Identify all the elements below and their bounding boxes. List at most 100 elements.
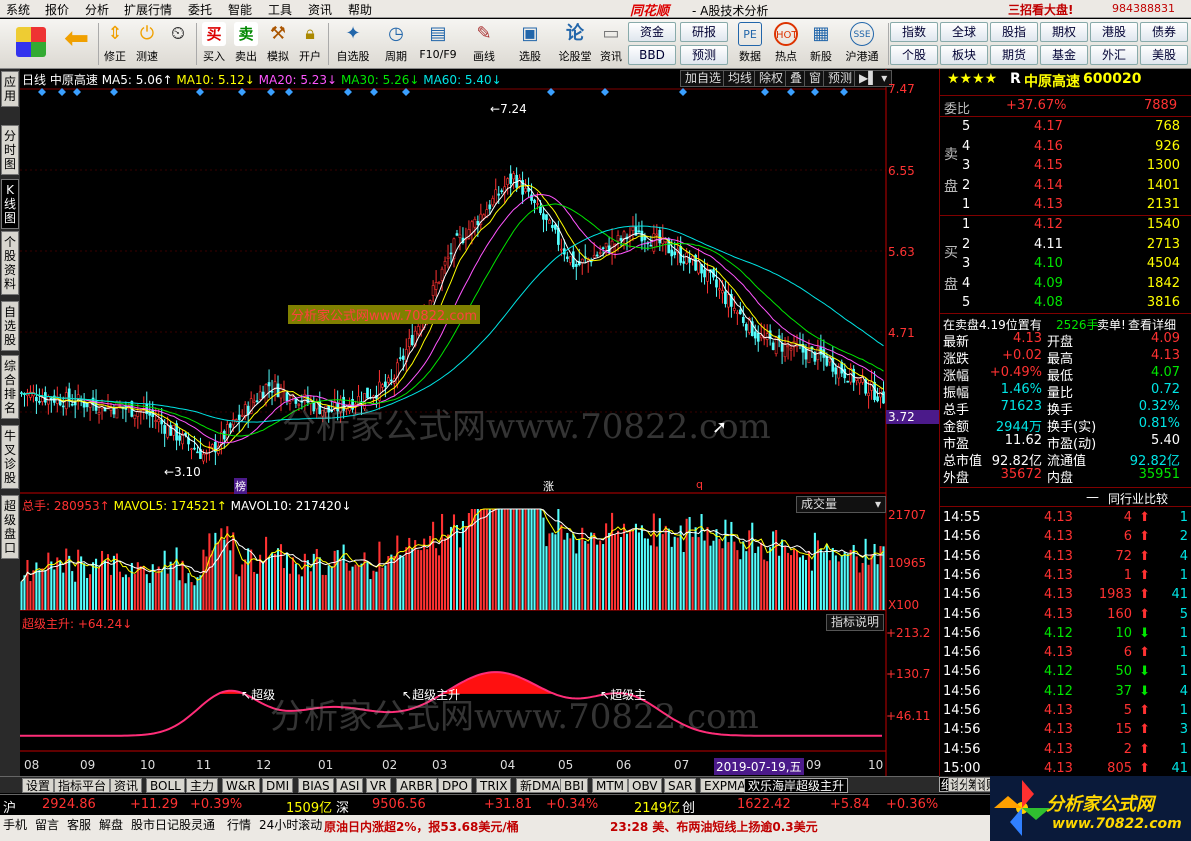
period-button[interactable]: ◷ 周期 (378, 21, 414, 67)
sell-order-row[interactable]: 5 4.17 768 (940, 118, 1191, 137)
indicator-tab-13[interactable]: 新DMA (516, 778, 564, 793)
sell-button[interactable]: 卖卖出 (231, 21, 261, 67)
sell-order-row[interactable]: 3 4.15 1300 (940, 157, 1191, 176)
status-item-4[interactable]: 股市日记 (131, 816, 179, 833)
forum-button[interactable]: 论论股堂 (555, 21, 595, 67)
quick-global[interactable]: 全球 (940, 22, 988, 42)
correct-button[interactable]: ⇕ 修正 (100, 21, 130, 67)
status-item-6[interactable]: 行情 (227, 816, 251, 833)
menu-ext-quote[interactable]: 扩展行情 (124, 1, 172, 18)
watchlist-button[interactable]: ✦ 自选股 (333, 21, 373, 67)
sz-index[interactable]: 9506.56 (372, 797, 426, 812)
buy-button[interactable]: 买买入 (199, 21, 229, 67)
tab-kline[interactable]: K线图 (1, 179, 19, 229)
speedtest-button[interactable]: ⏻ 测速 (132, 21, 162, 67)
indicator-tab-16[interactable]: OBV (628, 778, 662, 793)
quick-us[interactable]: 美股 (1140, 45, 1188, 65)
back-button[interactable]: ⬅ (58, 21, 94, 67)
buy-order-row[interactable]: 3 4.10 4504 (940, 255, 1191, 274)
indicator-tab-8[interactable]: ASI (336, 778, 364, 793)
menu-smart[interactable]: 智能 (228, 1, 252, 18)
ex-right-button[interactable]: 除权 (754, 70, 789, 87)
f10-button[interactable]: ▤ F10/F9 (418, 21, 458, 67)
indicator-tab-15[interactable]: MTM (592, 778, 629, 793)
indicator-tab-18[interactable]: EXPMA (700, 778, 750, 793)
buy-order-row[interactable]: 4 4.09 1842 (940, 275, 1191, 294)
indicator-tab-3[interactable]: BOLL (146, 778, 185, 793)
sell-order-row[interactable]: 1 4.13 2131 (940, 196, 1191, 215)
draw-line-button[interactable]: ✎ 画线 (466, 21, 502, 67)
quick-bonds[interactable]: 债券 (1140, 22, 1188, 42)
indicator-tab-1[interactable]: 指标平台 (54, 778, 111, 793)
tab-super-level[interactable]: 超级盘口 (1, 495, 19, 559)
tab-timeshare[interactable]: 分时图 (1, 125, 19, 175)
tab-ranking[interactable]: 综合排名 (1, 355, 19, 419)
ma-button[interactable]: 均线 (723, 70, 758, 87)
quick-forecast[interactable]: 预测 (680, 45, 728, 65)
menu-system[interactable]: 系统 (6, 1, 30, 18)
cy-index[interactable]: 1622.42 (737, 797, 791, 812)
indicator-tab-5[interactable]: W&R (222, 778, 260, 793)
indicator-tab-9[interactable]: VR (366, 778, 391, 793)
ad-link[interactable]: 三招看大盘! (1008, 1, 1073, 18)
tab-apps[interactable]: 应用 (1, 71, 19, 107)
indicator-tab-2[interactable]: 资讯 (110, 778, 143, 793)
tab-watchlist[interactable]: 自选股 (1, 301, 19, 351)
sh-index[interactable]: 2924.86 (42, 797, 96, 812)
sell-order-row[interactable]: 4 4.16 926 (940, 138, 1191, 157)
indicator-tab-7[interactable]: BIAS (298, 778, 334, 793)
forecast-button[interactable]: 预测 (823, 70, 858, 87)
mark-limit-up[interactable]: 涨 (543, 478, 554, 494)
news-ticker-2[interactable]: 23:28 美、布两油短线上扬逾0.3美元 (610, 818, 818, 835)
indicator-tab-17[interactable]: SAR (664, 778, 697, 793)
menu-quote[interactable]: 报价 (45, 1, 69, 18)
quick-options[interactable]: 期权 (1040, 22, 1088, 42)
mark-rank[interactable]: 榜 (234, 478, 247, 494)
indicator-tab-6[interactable]: DMI (262, 778, 294, 793)
ipo-button[interactable]: ▦ 新股 (806, 21, 836, 67)
hk-connect-button[interactable]: SSE 沪港通 (842, 21, 882, 67)
buy-order-row[interactable]: 1 4.12 1540 (940, 216, 1191, 235)
sell-order-row[interactable]: 2 4.14 1401 (940, 177, 1191, 196)
indicator-tab-14[interactable]: BBI (560, 778, 589, 793)
data-button[interactable]: PE 数据 (735, 21, 765, 67)
quick-research[interactable]: 研报 (680, 22, 728, 42)
indicator-tab-11[interactable]: DPO (438, 778, 472, 793)
simulate-button[interactable]: ⚒ 模拟 (263, 21, 293, 67)
status-item-7[interactable]: 24小时滚动 (259, 816, 322, 833)
quick-stock[interactable]: 个股 (890, 45, 938, 65)
chart-menu-button[interactable]: ▶▌ ▾ (854, 70, 893, 87)
quick-sector[interactable]: 板块 (940, 45, 988, 65)
quick-index[interactable]: 指数 (890, 22, 938, 42)
quick-futures[interactable]: 期货 (990, 45, 1038, 65)
buy-order-row[interactable]: 5 4.08 3816 (940, 294, 1191, 313)
quick-funds[interactable]: 基金 (1040, 45, 1088, 65)
menu-tools[interactable]: 工具 (268, 1, 292, 18)
buy-order-row[interactable]: 2 4.11 2713 (940, 236, 1191, 255)
indicator-tab-0[interactable]: 设置 (22, 778, 55, 793)
status-item-1[interactable]: 留言 (35, 816, 59, 833)
menu-trade[interactable]: 委托 (188, 1, 212, 18)
clock-button[interactable]: ⏲ (163, 21, 193, 67)
menu-analysis[interactable]: 分析 (85, 1, 109, 18)
quick-bbd[interactable]: BBD (628, 45, 676, 65)
tab-diagnosis[interactable]: 牛叉诊股 (1, 425, 19, 489)
kline-chart-area[interactable]: 日线 中原高速 MA5: 5.06↑ MA10: 5.12↓ MA20: 5.2… (20, 69, 939, 776)
volume-select[interactable]: 成交量 ▾ (796, 496, 886, 513)
industry-compare-button[interactable]: 同行业比较 (1108, 490, 1168, 507)
indicator-tab-12[interactable]: TRIX (476, 778, 512, 793)
quick-hk[interactable]: 港股 (1090, 22, 1138, 42)
status-item-0[interactable]: 手机 (3, 816, 27, 833)
news-button[interactable]: ▭ 资讯 (596, 21, 626, 67)
hot-button[interactable]: HOT 热点 (771, 21, 801, 67)
status-item-2[interactable]: 客服 (67, 816, 91, 833)
stock-pick-button[interactable]: ▣ 选股 (512, 21, 548, 67)
status-item-3[interactable]: 解盘 (99, 816, 123, 833)
open-account-button[interactable]: 🔒︎ 开户 (295, 21, 325, 67)
mark-q[interactable]: q (696, 478, 703, 491)
color-grid-button[interactable] (14, 21, 48, 67)
indicator-tab-19[interactable]: 欢乐海岸超级主升 (744, 778, 849, 793)
indicator-tab-10[interactable]: ARBR (396, 778, 438, 793)
indicator-tab-4[interactable]: 主力 (186, 778, 219, 793)
news-ticker-1[interactable]: 原油日内涨超2%，报53.68美元/桶 (324, 818, 519, 835)
